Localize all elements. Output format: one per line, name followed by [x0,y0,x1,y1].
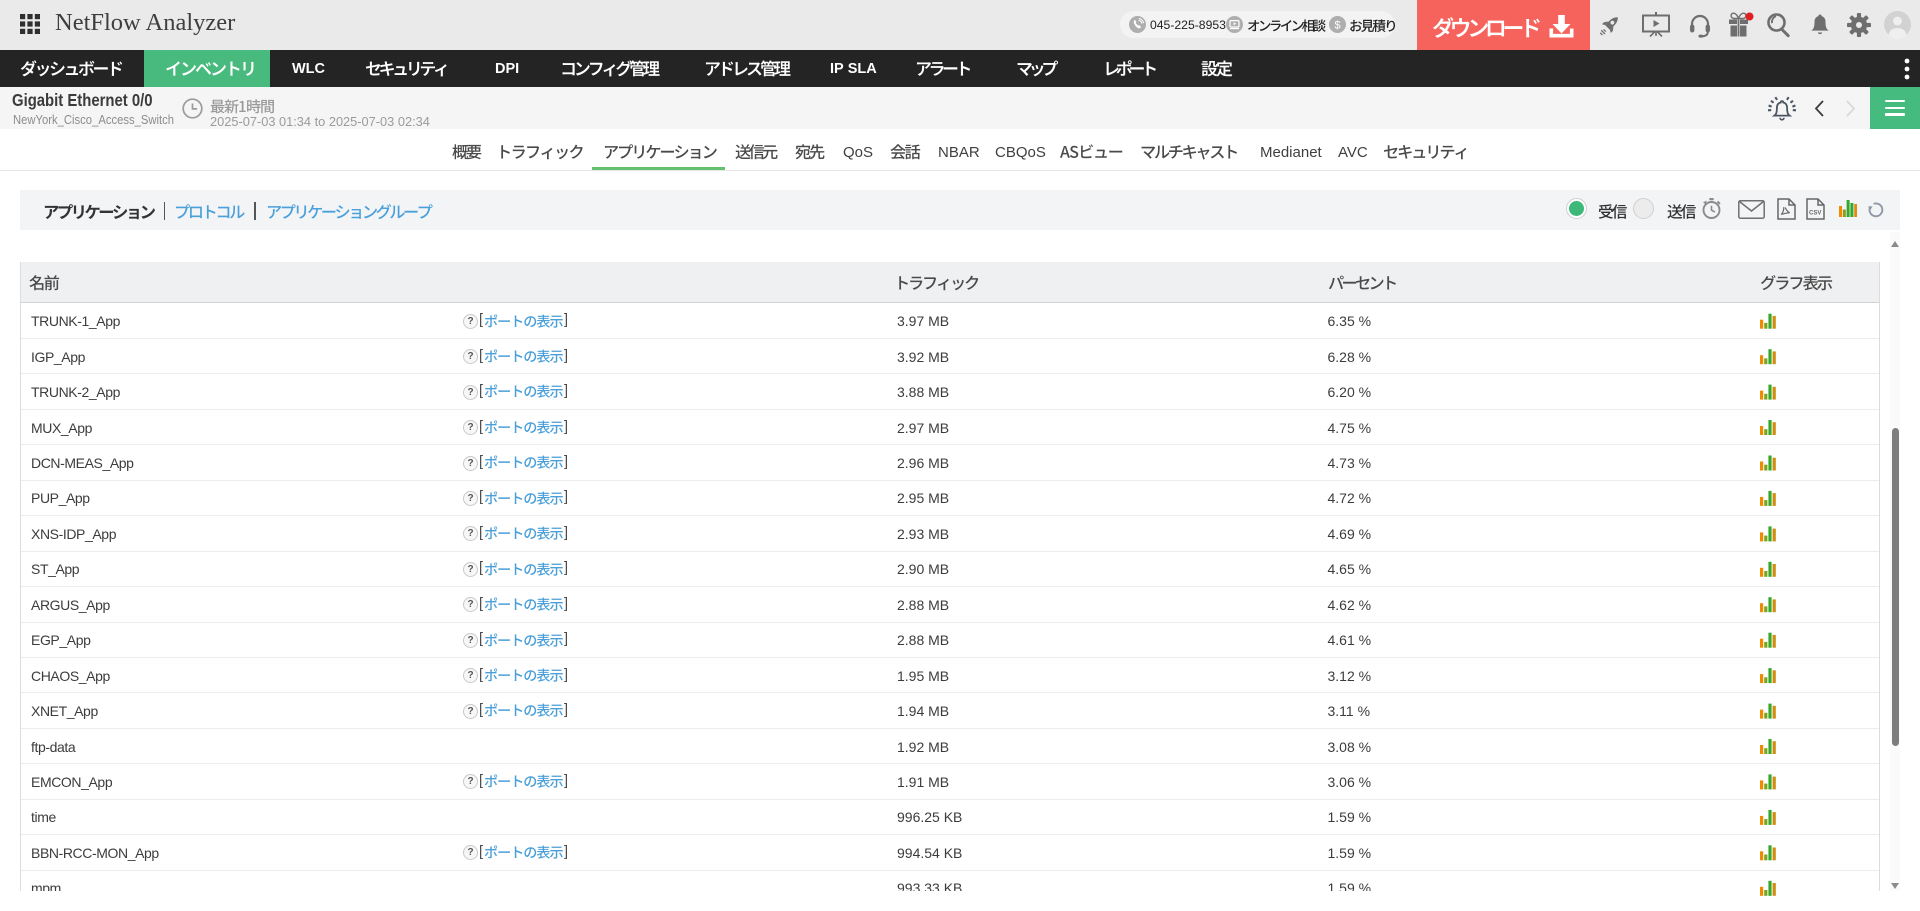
svg-text:$: $ [1334,20,1340,32]
svg-text:CSV: CSV [1809,211,1821,217]
